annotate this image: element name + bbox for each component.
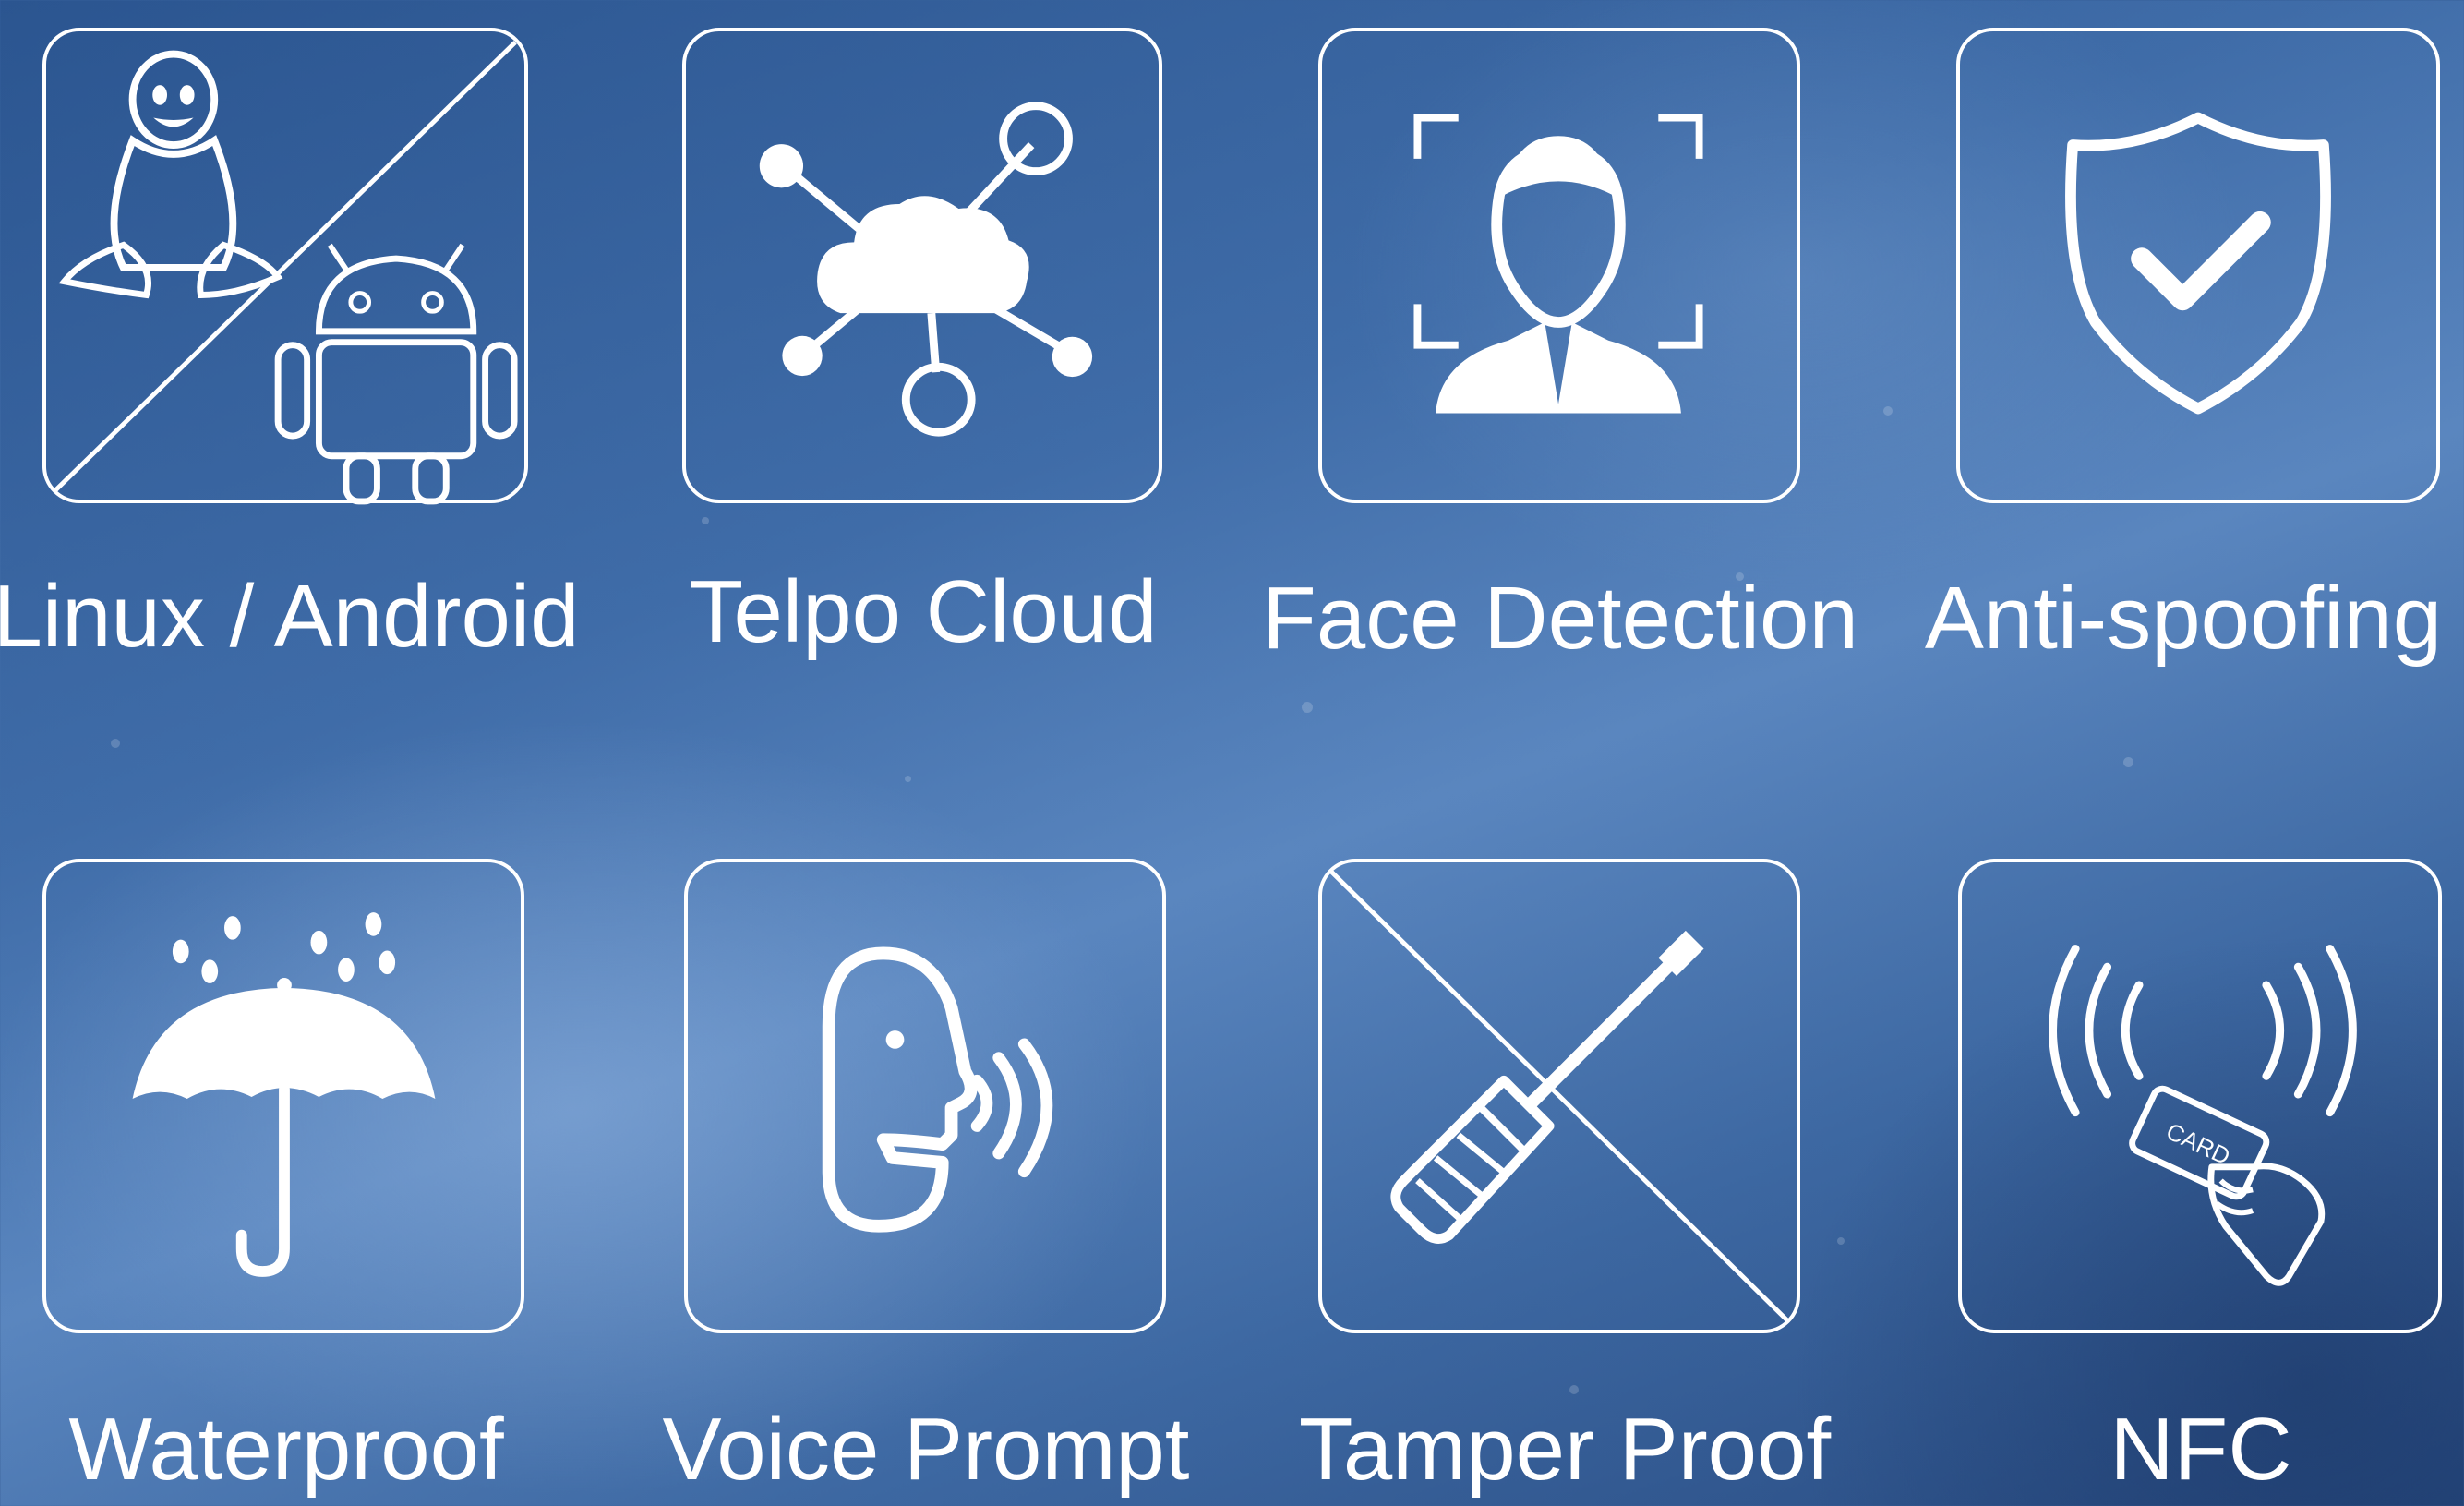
feature-label: Anti-spoofing [1924,569,2443,668]
cloud-network-icon [759,102,1093,437]
feature-tile-linux-android [42,28,528,505]
feature-tile-waterproof [42,859,524,1333]
umbrella-rain-icon [132,912,436,1277]
nfc-card-icon: CARD [2049,945,2357,1286]
feature-label: Waterproof [68,1400,504,1499]
feature-tile-tamper-proof [1318,859,1800,1333]
feature-tile-face-detection [1318,28,1800,503]
feature-label: Telpo Cloud [689,562,1158,661]
speaking-head-icon [822,946,1053,1233]
shield-check-icon [2065,112,2331,415]
feature-label: NFC [2109,1400,2292,1499]
feature-tile-nfc: CARD [1958,859,2442,1333]
feature-tile-voice-prompt [684,859,1166,1333]
feature-label: Tamper Proof [1298,1400,1832,1499]
card-text: CARD [2162,1118,2234,1170]
linux-android-icon [54,41,518,505]
feature-label: Voice Prompt [662,1400,1190,1499]
feature-tile-telpo-cloud [682,28,1162,503]
no-screwdriver-icon [1328,868,1791,1324]
feature-label: Linux / Android [0,567,580,666]
face-scan-icon [1413,114,1703,414]
feature-tile-anti-spoofing [1956,28,2440,503]
feature-label: Face Detection [1262,569,1858,668]
